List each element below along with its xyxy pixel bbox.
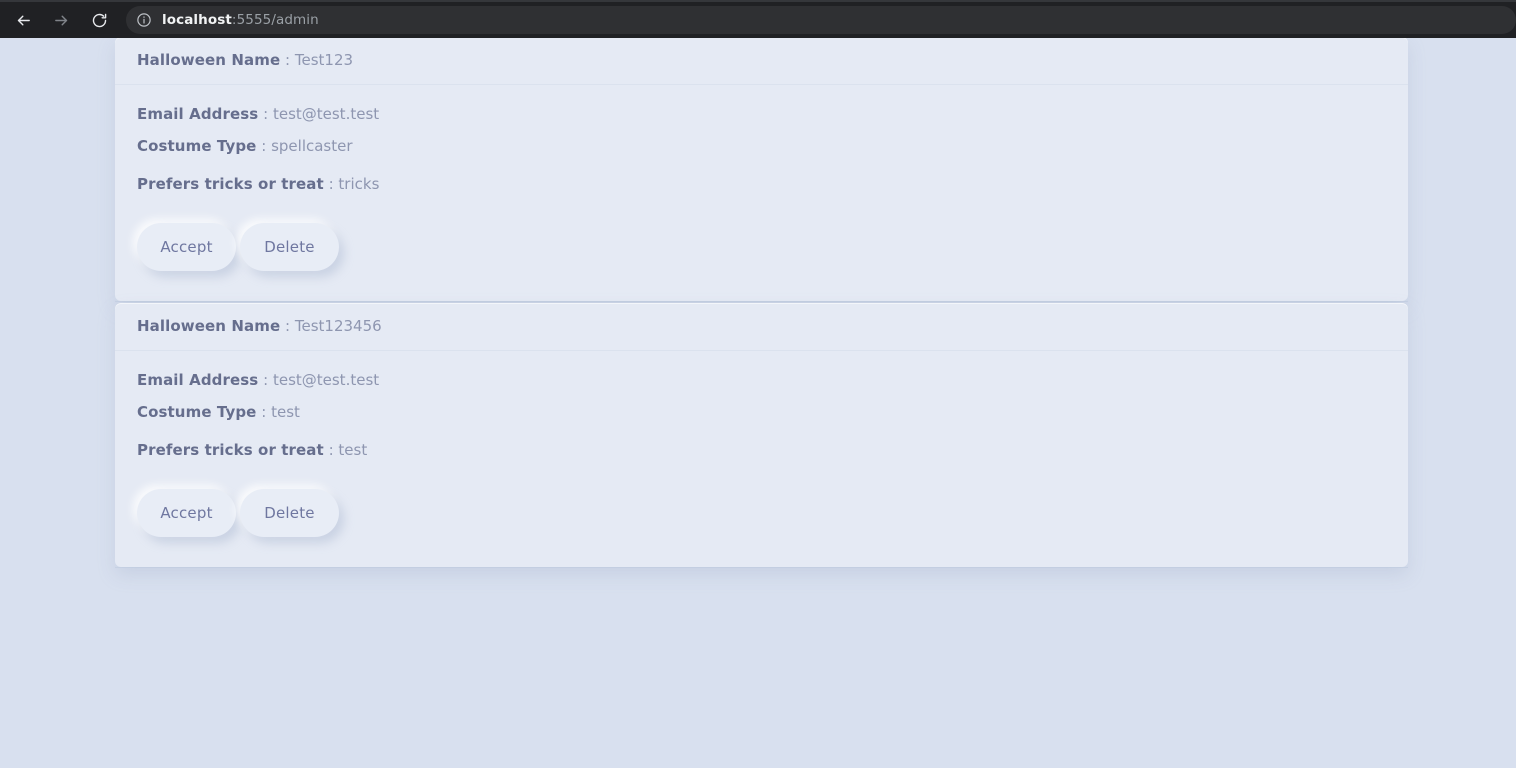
url-host: localhost — [162, 12, 232, 28]
field-separator: : — [328, 175, 334, 193]
card-body: Email Address : test@test.test Costume T… — [115, 85, 1408, 301]
field-label: Prefers tricks or treat — [137, 175, 324, 193]
field-halloween-name: Halloween Name : Test123 — [137, 53, 353, 68]
field-value: test@test.test — [272, 371, 380, 389]
field-label: Costume Type — [137, 137, 257, 155]
field-email-address: Email Address : test@test.test — [137, 107, 1386, 122]
card-body: Email Address : test@test.test Costume T… — [115, 351, 1408, 567]
card-actions: Accept Delete — [137, 489, 1386, 537]
field-label: Costume Type — [137, 403, 257, 421]
field-value: Test123 — [294, 51, 354, 69]
field-prefers-tricks-or-treat: Prefers tricks or treat : tricks — [137, 177, 1386, 192]
field-separator: : — [328, 441, 334, 459]
field-value: Test123456 — [294, 317, 382, 335]
submission-card: Halloween Name : Test123456 Email Addres… — [115, 303, 1408, 568]
field-costume-type: Costume Type : spellcaster — [137, 139, 1386, 154]
field-value: spellcaster — [271, 137, 353, 155]
field-label: Email Address — [137, 371, 259, 389]
reload-button[interactable] — [84, 5, 114, 35]
field-separator: : — [285, 317, 291, 335]
field-label: Prefers tricks or treat — [137, 441, 324, 459]
delete-button[interactable]: Delete — [240, 489, 339, 537]
field-separator: : — [263, 105, 269, 123]
field-separator: : — [261, 137, 267, 155]
field-label: Halloween Name — [137, 317, 281, 335]
forward-button[interactable] — [46, 5, 76, 35]
field-halloween-name: Halloween Name : Test123456 — [137, 319, 382, 334]
field-separator: : — [263, 371, 269, 389]
arrow-left-icon — [15, 12, 32, 29]
back-button[interactable] — [8, 5, 38, 35]
browser-toolbar: localhost:5555/admin — [0, 0, 1516, 38]
field-prefers-tricks-or-treat: Prefers tricks or treat : test — [137, 443, 1386, 458]
address-bar[interactable]: localhost:5555/admin — [126, 6, 1516, 34]
field-value: tricks — [338, 175, 380, 193]
accept-button[interactable]: Accept — [137, 489, 236, 537]
url-text: localhost:5555/admin — [162, 12, 319, 28]
info-circle-icon[interactable] — [136, 12, 152, 28]
field-separator: : — [261, 403, 267, 421]
field-costume-type: Costume Type : test — [137, 405, 1386, 420]
field-email-address: Email Address : test@test.test — [137, 373, 1386, 388]
accept-button[interactable]: Accept — [137, 223, 236, 271]
submission-card: Halloween Name : Test123 Email Address :… — [115, 38, 1408, 302]
delete-button[interactable]: Delete — [240, 223, 339, 271]
card-header: Halloween Name : Test123 — [115, 38, 1408, 85]
submission-list: Halloween Name : Test123 Email Address :… — [115, 38, 1408, 569]
card-header: Halloween Name : Test123456 — [115, 303, 1408, 351]
field-separator: : — [285, 51, 291, 69]
url-path: :5555/admin — [231, 12, 319, 28]
field-value: test — [271, 403, 300, 421]
field-value: test — [338, 441, 368, 459]
field-value: test@test.test — [272, 105, 380, 123]
field-label: Halloween Name — [137, 51, 281, 69]
page-viewport: Halloween Name : Test123 Email Address :… — [0, 38, 1516, 768]
arrow-right-icon — [53, 12, 70, 29]
card-actions: Accept Delete — [137, 223, 1386, 271]
field-label: Email Address — [137, 105, 259, 123]
reload-icon — [91, 12, 108, 29]
